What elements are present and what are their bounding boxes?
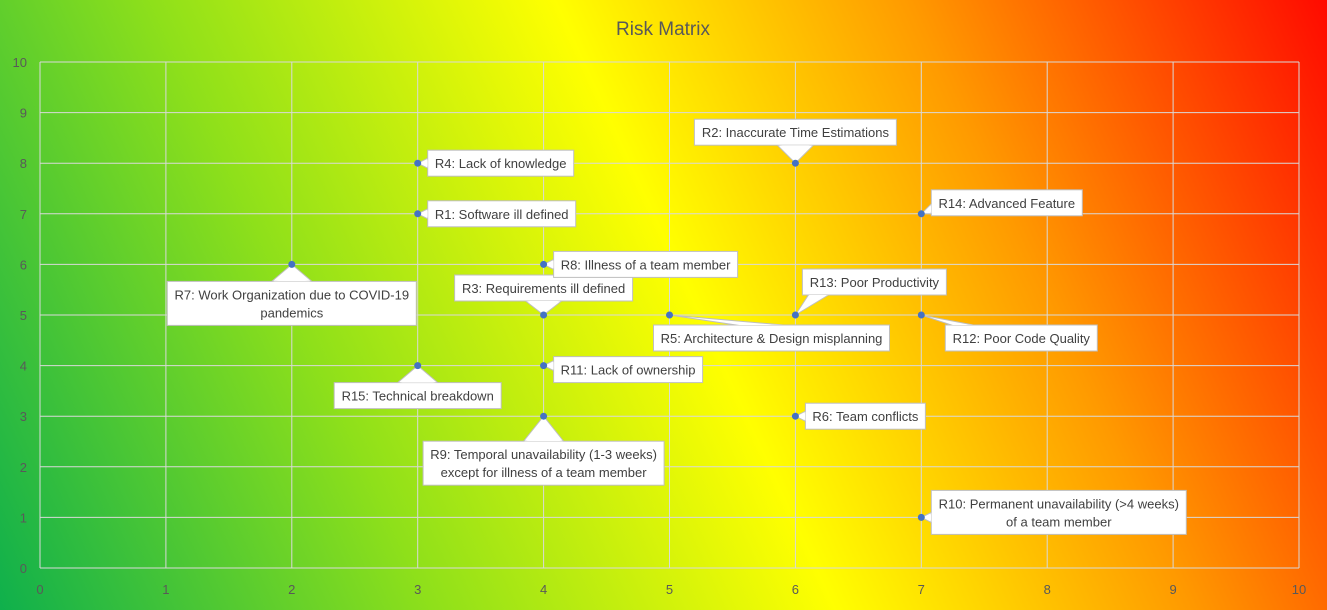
x-tick-label: 6 (792, 582, 799, 597)
data-point-r13 (791, 311, 799, 319)
chart-canvas: 0 1 2 3 4 5 6 7 8 9 10 0 1 2 3 4 5 6 7 8 9 10 Risk Matrix R1:… (0, 0, 1327, 610)
data-label: R6: Team conflicts (812, 409, 918, 424)
callout-r14: R14: Advanced Feature (920, 189, 1083, 217)
data-label: R9: Temporal unavailability (1-3 weeks) (430, 447, 657, 462)
x-tick-label: 2 (288, 582, 295, 597)
y-tick-label: 0 (20, 561, 27, 576)
callout-r10: R10: Permanent unavailability (>4 weeks)… (920, 489, 1187, 535)
data-label: R8: Illness of a team member (561, 257, 731, 272)
callout-r6: R6: Team conflicts (794, 402, 926, 430)
y-tick-label: 9 (20, 106, 27, 121)
data-point-r12 (917, 311, 925, 319)
data-label: R5: Architecture & Design misplanning (661, 331, 883, 346)
x-tick-label: 8 (1044, 582, 1051, 597)
data-label: R15: Technical breakdown (342, 389, 494, 404)
data-point-r11 (540, 362, 548, 370)
data-point-r10 (917, 513, 925, 521)
data-label: R14: Advanced Feature (939, 196, 1076, 211)
data-point-r14 (917, 210, 925, 218)
data-point-r5 (666, 311, 673, 319)
x-tick-label: 10 (1292, 582, 1306, 597)
data-label: R12: Poor Code Quality (953, 331, 1091, 346)
data-label: of a team member (1006, 514, 1112, 529)
x-tick-label: 5 (666, 582, 673, 597)
y-tick-label: 10 (13, 55, 27, 70)
data-point-r9 (540, 412, 548, 420)
data-label: R10: Permanent unavailability (>4 weeks) (939, 496, 1179, 511)
data-label: R2: Inaccurate Time Estimations (702, 125, 890, 140)
x-tick-label: 4 (540, 582, 547, 597)
y-tick-label: 4 (20, 359, 27, 374)
callout-r4: R4: Lack of knowledge (416, 149, 575, 177)
data-label: R1: Software ill defined (435, 207, 569, 222)
callout-r11: R11: Lack of ownership (542, 356, 704, 384)
callout-r8: R8: Illness of a team member (542, 250, 739, 278)
risk-matrix-chart: 0 1 2 3 4 5 6 7 8 9 10 0 1 2 3 4 5 6 7 8 9 10 Risk Matrix R1:… (0, 0, 1327, 610)
y-tick-label: 7 (20, 207, 27, 222)
x-tick-label: 1 (162, 582, 169, 597)
data-label: R11: Lack of ownership (561, 363, 696, 378)
x-tick-label: 0 (36, 582, 43, 597)
data-label: R7: Work Organization due to COVID-19 (175, 287, 410, 302)
callout-r1: R1: Software ill defined (416, 200, 577, 228)
x-tick-label: 9 (1169, 582, 1176, 597)
y-tick-label: 5 (20, 308, 27, 323)
data-point-r4 (414, 159, 422, 167)
y-tick-label: 8 (20, 156, 27, 171)
data-point-r8 (540, 260, 548, 268)
x-tick-label: 3 (414, 582, 421, 597)
data-label: R13: Poor Productivity (810, 275, 940, 290)
data-label: R4: Lack of knowledge (435, 156, 567, 171)
data-point-r3 (540, 311, 548, 319)
data-point-r6 (791, 412, 799, 420)
chart-title: Risk Matrix (616, 19, 710, 40)
data-point-r1 (414, 210, 422, 218)
x-tick-label: 7 (918, 582, 925, 597)
data-point-r2 (791, 159, 799, 167)
y-tick-label: 1 (20, 510, 27, 525)
y-tick-label: 3 (20, 409, 27, 424)
y-tick-label: 2 (20, 460, 27, 475)
data-label: R3: Requirements ill defined (462, 281, 625, 296)
data-label: pandemics (260, 305, 323, 320)
data-label: except for illness of a team member (441, 465, 648, 480)
data-point-r7 (288, 260, 296, 268)
y-tick-label: 6 (20, 257, 27, 272)
data-point-r15 (414, 362, 422, 370)
